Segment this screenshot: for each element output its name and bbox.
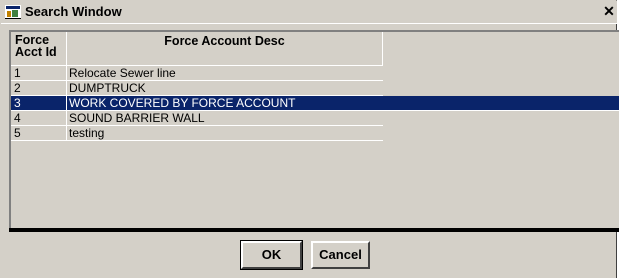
grid-bottom-border [9, 228, 619, 232]
cell-desc: DUMPTRUCK [69, 81, 146, 95]
cell-id: 2 [14, 81, 21, 95]
cell-id: 5 [14, 126, 21, 140]
column-header-id-line2: Acct Id [15, 45, 57, 59]
cell-divider [66, 81, 67, 96]
search-window: Search Window ✕ Force Acct Id Force Acco… [0, 0, 619, 278]
close-icon[interactable]: ✕ [601, 3, 617, 19]
cancel-button[interactable]: Cancel [311, 241, 370, 269]
cell-divider [66, 96, 67, 111]
cell-id: 4 [14, 111, 21, 125]
force-account-grid[interactable]: Force Acct Id Force Account Desc 1 Reloc… [9, 30, 619, 230]
cell-desc: WORK COVERED BY FORCE ACCOUNT [69, 96, 296, 110]
cell-id: 3 [14, 96, 21, 110]
cell-desc: SOUND BARRIER WALL [69, 111, 205, 125]
table-row-selected[interactable]: 3 WORK COVERED BY FORCE ACCOUNT [11, 96, 619, 111]
table-row[interactable]: 1 Relocate Sewer line [11, 66, 383, 81]
cell-divider [66, 126, 67, 141]
column-header-force-account-desc[interactable]: Force Account Desc [67, 32, 383, 66]
cell-divider [66, 66, 67, 81]
table-row[interactable]: 4 SOUND BARRIER WALL [11, 111, 383, 126]
window-title: Search Window [25, 4, 122, 19]
table-row[interactable]: 2 DUMPTRUCK [11, 81, 383, 96]
cell-divider [66, 111, 67, 126]
title-bar: Search Window ✕ [1, 1, 617, 24]
ok-button[interactable]: OK [240, 240, 303, 270]
cell-desc: Relocate Sewer line [69, 66, 176, 80]
cell-id: 1 [14, 66, 21, 80]
table-row[interactable]: 5 testing [11, 126, 383, 141]
app-window-icon [5, 5, 21, 19]
column-header-force-acct-id[interactable]: Force Acct Id [11, 32, 67, 66]
cell-desc: testing [69, 126, 105, 140]
